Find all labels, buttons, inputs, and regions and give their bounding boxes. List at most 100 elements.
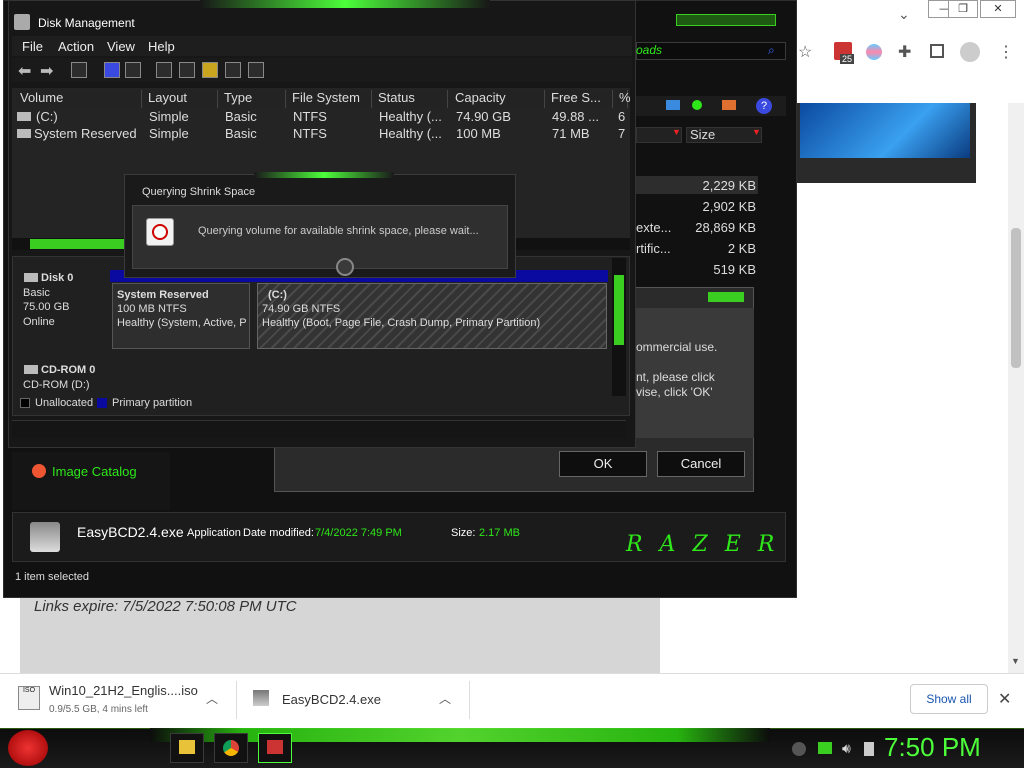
column-free-space[interactable]: Free S... — [547, 90, 613, 108]
close-window-button[interactable]: ✕ — [980, 0, 1016, 18]
green-icon[interactable] — [692, 100, 702, 110]
column-size-label: Size — [690, 127, 716, 142]
show-hide-action-icon[interactable] — [125, 62, 141, 78]
search-icon[interactable]: ⌕ — [768, 43, 775, 58]
scroll-down-icon[interactable]: ▼ — [1011, 656, 1020, 666]
drive-icon — [17, 129, 31, 138]
star-icon[interactable]: ☆ — [798, 42, 812, 62]
show-hide-console-icon[interactable] — [71, 62, 87, 78]
divider — [236, 681, 237, 719]
sort-arrow-icon[interactable]: ▼ — [752, 127, 761, 137]
taskbar-explorer[interactable] — [170, 733, 204, 763]
network-icon[interactable] — [818, 742, 832, 754]
taskbar-disk-management[interactable] — [258, 733, 292, 763]
start-button[interactable] — [8, 730, 48, 766]
battery-icon[interactable] — [864, 742, 874, 756]
partition-size: 100 MB NTFS — [117, 303, 187, 315]
drive-icon — [17, 112, 31, 121]
show-all-button[interactable]: Show all — [910, 684, 988, 714]
chevron-up-icon[interactable]: ︿ — [206, 690, 218, 707]
volume-type: Basic — [225, 109, 257, 124]
column-file-system[interactable]: File System — [288, 90, 372, 108]
sort-arrow-icon[interactable]: ▼ — [672, 127, 681, 137]
page-scrollbar[interactable] — [1008, 103, 1024, 673]
horizontal-scroll-thumb[interactable] — [30, 239, 130, 249]
avatar[interactable] — [960, 42, 980, 62]
volume-capacity: 74.90 GB — [456, 109, 511, 124]
window-title: Disk Management — [38, 16, 135, 30]
help-icon[interactable]: ? — [756, 98, 772, 114]
side-panel-icon[interactable] — [930, 44, 944, 58]
file-size: 28,869 KB — [695, 220, 756, 235]
legend-primary: Primary partition — [112, 397, 193, 409]
column-capacity[interactable]: Capacity — [451, 90, 545, 108]
search-text: oads — [636, 43, 663, 57]
details-date-value: 7/4/2022 7:49 PM — [315, 527, 402, 539]
menu-file[interactable]: File — [22, 39, 43, 54]
dialog-glow — [254, 172, 394, 178]
taskbar-clock[interactable]: 7:50 PM — [884, 732, 981, 763]
download-name[interactable]: EasyBCD2.4.exe — [282, 692, 381, 707]
column-status[interactable]: Status — [374, 90, 448, 108]
disk-management-status-bar — [12, 420, 626, 438]
tray-icon[interactable] — [792, 742, 806, 756]
volume-capacity: 100 MB — [456, 126, 501, 141]
menu-view[interactable]: View — [107, 39, 135, 54]
folder-icon[interactable] — [722, 100, 736, 110]
disk-management-icon — [14, 14, 30, 30]
details-date-label: Date modified: — [243, 527, 314, 539]
disk0-name[interactable]: Disk 0 — [41, 272, 73, 284]
view-icon[interactable] — [666, 100, 680, 110]
column-percent[interactable]: % — [615, 90, 631, 108]
open-folder-icon[interactable] — [202, 62, 218, 78]
properties-icon[interactable] — [248, 62, 264, 78]
volume-percent: 7 — [618, 126, 626, 141]
cdrom-name[interactable]: CD-ROM 0 — [41, 364, 95, 376]
rescan-icon[interactable] — [179, 62, 195, 78]
menu-help[interactable]: Help — [148, 39, 175, 54]
explorer-close-button[interactable] — [676, 14, 776, 26]
razer-logo: R A Z E R — [626, 532, 780, 557]
ok-button[interactable]: OK — [559, 451, 647, 477]
links-expire-text: Links expire: 7/5/2022 7:50:08 PM UTC — [34, 598, 297, 615]
volume-type: Basic — [225, 126, 257, 141]
image-catalog-link[interactable]: Image Catalog — [52, 464, 137, 479]
search-disk-icon[interactable] — [225, 62, 241, 78]
details-file-type: Application — [187, 527, 241, 539]
clock-face-icon — [152, 224, 168, 240]
menu-dots-icon[interactable]: ⋮ — [998, 42, 1014, 62]
close-icon[interactable]: ✕ — [998, 689, 1011, 709]
volume-status: Healthy (... — [379, 109, 442, 124]
help-book-icon[interactable] — [104, 62, 120, 78]
taskbar-chrome[interactable] — [214, 733, 248, 763]
restore-button[interactable]: ❐ — [948, 0, 978, 18]
column-volume[interactable]: Volume — [16, 90, 142, 108]
disk-vertical-scroll-thumb[interactable] — [614, 275, 624, 345]
back-arrow-icon[interactable]: ⬅ — [18, 61, 31, 81]
file-size: 2 KB — [727, 241, 756, 256]
chevron-up-icon[interactable]: ︿ — [439, 690, 451, 707]
column-layout[interactable]: Layout — [144, 90, 218, 108]
downloads-bar — [0, 673, 1024, 728]
file-size: 2,902 KB — [702, 199, 757, 214]
busy-cursor-icon — [336, 258, 354, 276]
details-size-value: 2.17 MB — [479, 527, 520, 539]
volume-name[interactable]: System Reserved — [34, 126, 137, 141]
profile-extension-icon[interactable] — [866, 44, 882, 60]
refresh-icon[interactable] — [156, 62, 172, 78]
column-type[interactable]: Type — [220, 90, 286, 108]
page-scroll-thumb[interactable] — [1011, 228, 1021, 368]
iso-file-icon: ISO — [18, 686, 40, 710]
volume-icon[interactable]: 🔊︎ — [842, 740, 851, 757]
volume-name[interactable]: (C:) — [36, 109, 58, 124]
menu-action[interactable]: Action — [58, 39, 94, 54]
puzzle-icon[interactable]: ✚ — [898, 42, 911, 62]
legend-primary-swatch — [97, 398, 107, 408]
cancel-button[interactable]: Cancel — [657, 451, 745, 477]
partition-health: Healthy (Boot, Page File, Crash Dump, Pr… — [262, 317, 541, 329]
license-dialog-close[interactable] — [708, 292, 744, 302]
chevron-down-icon[interactable]: ⌄ — [898, 6, 910, 23]
forward-arrow-icon[interactable]: ➡ — [40, 61, 53, 81]
download-name[interactable]: Win10_21H2_Englis....iso — [49, 683, 198, 698]
partition-c[interactable] — [257, 283, 607, 349]
